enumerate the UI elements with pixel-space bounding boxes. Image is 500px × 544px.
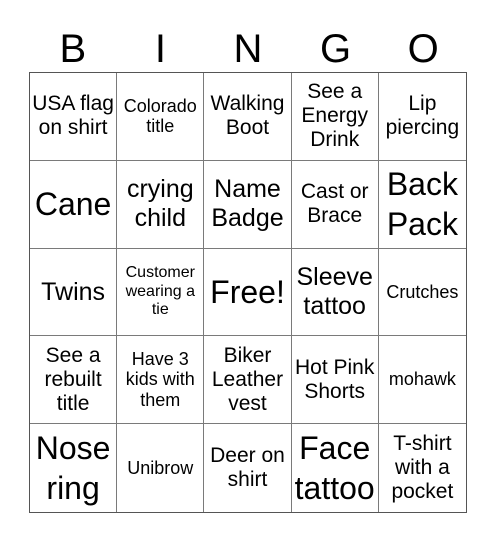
bingo-cell[interactable]: Twins	[30, 248, 118, 337]
bingo-cell-label: Walking Boot	[210, 92, 285, 140]
bingo-cell[interactable]: Cane	[30, 160, 118, 249]
bingo-cell-label: See a rebuilt title	[44, 343, 102, 415]
bingo-cell-label: crying child	[126, 175, 194, 233]
bingo-cell[interactable]: See a rebuilt title	[30, 336, 118, 425]
bingo-cell-label: Hot Pink Shorts	[295, 355, 375, 403]
bingo-cell-label: USA flag on shirt	[32, 92, 114, 140]
header-letter-g: G	[320, 27, 352, 71]
bingo-cell[interactable]: USA flag on shirt	[30, 73, 118, 161]
bingo-cell[interactable]: Back Pack	[378, 161, 466, 249]
bingo-cell[interactable]: See a Energy Drink	[291, 73, 379, 161]
bingo-cell-label: Cane	[34, 186, 112, 223]
bingo-cell-label: Cast or Brace	[300, 180, 369, 228]
bingo-header: B I N G O	[29, 26, 467, 72]
header-letter-n: N	[233, 27, 263, 71]
bingo-cell[interactable]: Name Badge	[204, 160, 292, 249]
header-letter-o: O	[407, 27, 439, 71]
bingo-cell-label: Nose ring	[35, 430, 111, 507]
bingo-cell[interactable]: Walking Boot	[204, 73, 292, 161]
bingo-grid: USA flag on shirt Colorado title Walking B…	[29, 72, 467, 513]
bingo-cell[interactable]: Lip piercing	[378, 73, 466, 161]
bingo-cell-label: Free!	[210, 273, 285, 310]
bingo-cell[interactable]: mohawk	[378, 336, 466, 425]
bingo-cell[interactable]: Hot Pink Shorts	[291, 336, 379, 425]
bingo-cell[interactable]: T-shirt with a pocket	[379, 424, 466, 512]
bingo-cell-label: Deer on shirt	[210, 443, 285, 492]
bingo-cell[interactable]: Biker Leather vest	[204, 336, 292, 425]
bingo-cell[interactable]: Face tattoo	[292, 424, 379, 512]
bingo-cell[interactable]: Unibrow	[117, 424, 205, 512]
bingo-cell-label: Twins	[41, 277, 106, 306]
bingo-cell[interactable]: Sleeve tattoo	[291, 248, 379, 337]
bingo-cell-free[interactable]: Free!	[204, 248, 292, 337]
bingo-cell[interactable]: crying child	[117, 160, 205, 249]
bingo-cell-label: Name Badge	[211, 175, 284, 233]
header-letter-b: B	[59, 27, 87, 71]
bingo-cell[interactable]: Nose ring	[30, 424, 118, 512]
bingo-cell-label: Unibrow	[127, 457, 194, 478]
bingo-cell-label: Customer wearing a tie	[125, 264, 195, 319]
bingo-cell-label: Colorado title	[123, 95, 197, 137]
bingo-cell-label: Lip piercing	[385, 92, 460, 140]
header-letter-i: I	[154, 27, 166, 71]
bingo-cell[interactable]: Deer on shirt	[204, 424, 292, 512]
bingo-cell[interactable]: Customer wearing a tie	[117, 248, 205, 337]
bingo-cell[interactable]: Crutches	[378, 249, 466, 337]
bingo-cell-label: T-shirt with a pocket	[391, 431, 454, 504]
bingo-cell[interactable]: Cast or Brace	[291, 160, 379, 249]
bingo-cell-label: mohawk	[388, 369, 456, 390]
bingo-cell-label: Crutches	[386, 281, 459, 302]
bingo-cell[interactable]: Colorado title	[117, 73, 205, 161]
bingo-cell-label: See a Energy Drink	[301, 80, 368, 152]
bingo-cell-label: Face tattoo	[294, 430, 375, 507]
bingo-cell-label: Biker Leather vest	[211, 343, 284, 415]
bingo-cell-label: Sleeve tattoo	[296, 263, 373, 320]
bingo-cell-label: Have 3 kids with them	[125, 348, 195, 411]
bingo-cell[interactable]: Have 3 kids with them	[117, 336, 205, 425]
bingo-cell-label: Back Pack	[386, 166, 458, 243]
